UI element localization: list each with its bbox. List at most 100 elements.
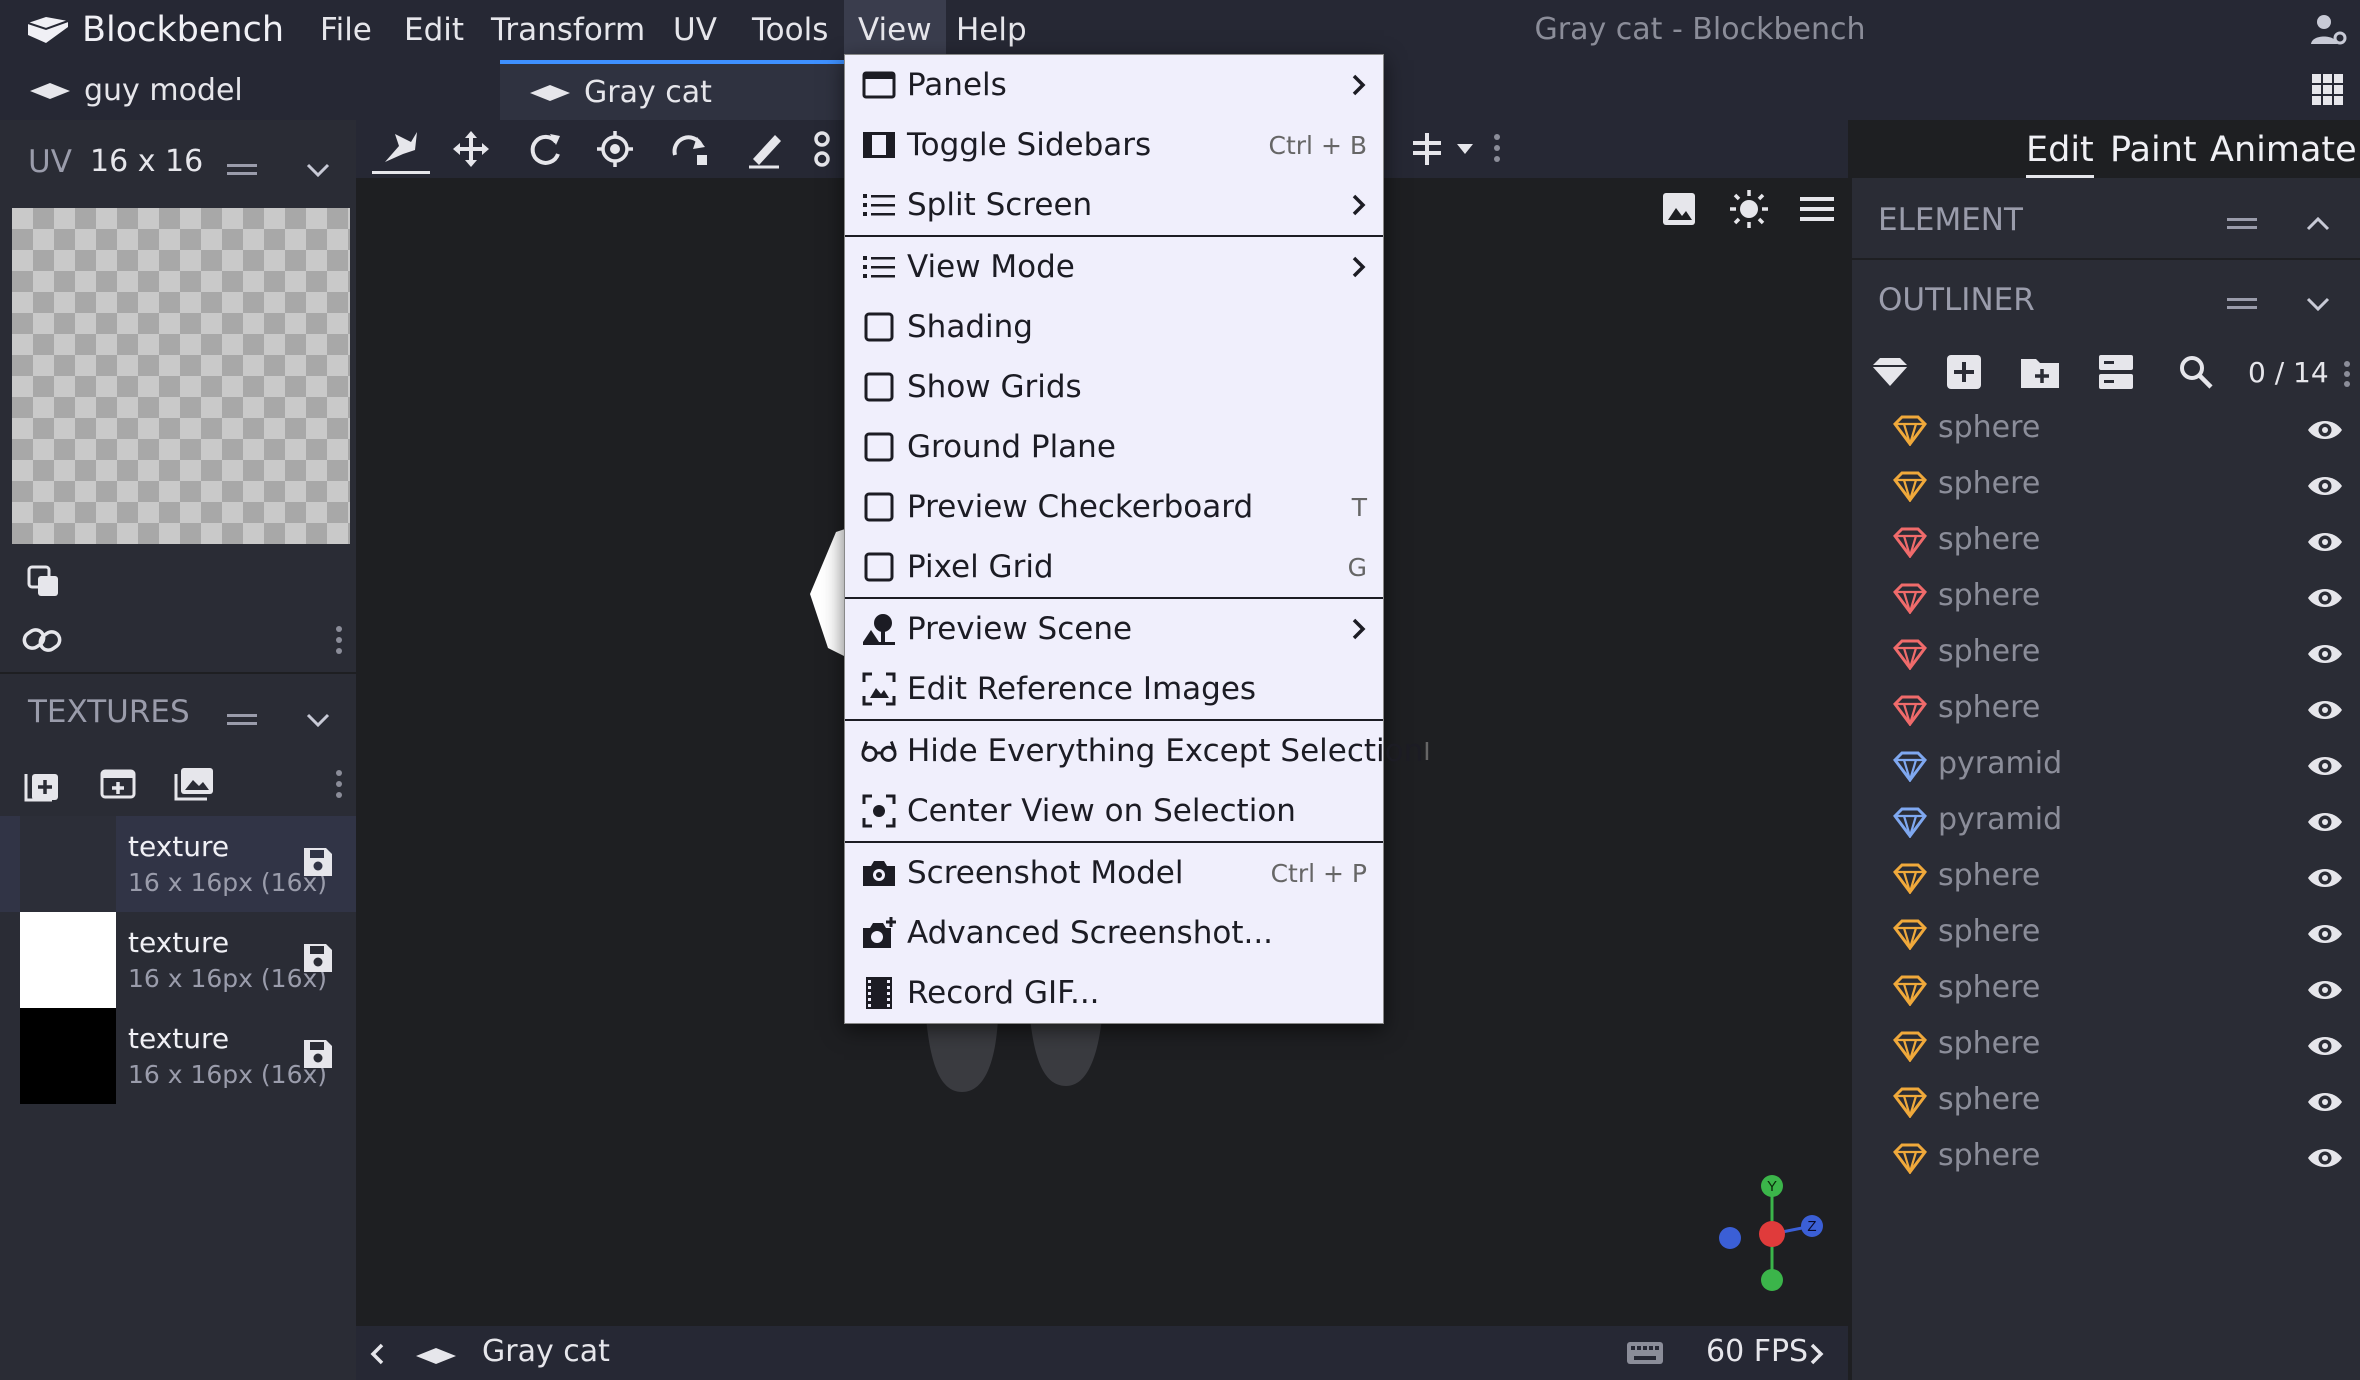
outliner-item[interactable]: sphere — [1852, 850, 2360, 906]
project-tab-active[interactable]: Gray cat — [500, 60, 846, 120]
link-icon[interactable] — [20, 618, 64, 662]
drag-handle-icon[interactable] — [2222, 284, 2262, 324]
outliner-item[interactable]: pyramid — [1852, 738, 2360, 794]
drag-handle-icon[interactable] — [222, 700, 262, 740]
texture-row[interactable]: texture 16 x 16px (16x) — [0, 912, 356, 1008]
outliner-item[interactable]: sphere — [1852, 1018, 2360, 1074]
view-menu-item-split-screen[interactable]: Split Screen — [845, 175, 1383, 235]
mode-tab-edit[interactable]: Edit — [2026, 122, 2094, 178]
save-icon[interactable] — [298, 842, 338, 882]
copy-icon[interactable] — [22, 560, 66, 604]
view-menu-item-screenshot-model[interactable]: Screenshot Model Ctrl + P — [845, 843, 1383, 903]
collapse-groups-icon[interactable] — [2092, 350, 2140, 394]
mode-tab-animate[interactable]: Animate — [2210, 122, 2357, 178]
add-mesh-icon[interactable] — [1866, 350, 1914, 394]
project-tab[interactable]: guy model — [0, 60, 498, 120]
eye-visibility-icon[interactable] — [2306, 976, 2344, 1004]
view-menu-item-pixel-grid[interactable]: Pixel Grid G — [845, 537, 1383, 597]
outliner-item[interactable]: sphere — [1852, 402, 2360, 458]
chevron-down-icon[interactable] — [298, 700, 338, 740]
rotate-tool-icon[interactable] — [522, 126, 568, 172]
caret-down-icon[interactable] — [1452, 126, 1478, 172]
eye-visibility-icon[interactable] — [2306, 416, 2344, 444]
view-menu-item-edit-reference-images[interactable]: Edit Reference Images — [845, 659, 1383, 719]
eye-visibility-icon[interactable] — [2306, 808, 2344, 836]
more-vertical-icon[interactable] — [1490, 128, 1504, 168]
more-vertical-icon[interactable] — [2340, 356, 2354, 392]
vertex-snap-tool-icon[interactable] — [372, 124, 430, 174]
menu-edit[interactable]: Edit — [390, 0, 478, 60]
view-menu-item-panels[interactable]: Panels — [845, 55, 1383, 115]
hamburger-menu-icon[interactable] — [1796, 188, 1838, 230]
outliner-item[interactable]: sphere — [1852, 626, 2360, 682]
view-menu-item-advanced-screenshot[interactable]: Advanced Screenshot... — [845, 903, 1383, 963]
eye-visibility-icon[interactable] — [2306, 1088, 2344, 1116]
search-icon[interactable] — [2174, 350, 2218, 394]
save-icon[interactable] — [298, 938, 338, 978]
outliner-item[interactable]: sphere — [1852, 962, 2360, 1018]
menu-view[interactable]: View — [844, 0, 946, 60]
menu-help[interactable]: Help — [942, 0, 1041, 60]
add-group-folder-icon[interactable] — [2016, 350, 2064, 394]
mirror-modeling-icon[interactable] — [1404, 126, 1450, 172]
pivot-tool-icon[interactable] — [592, 126, 638, 172]
view-menu-item-view-mode[interactable]: View Mode — [845, 237, 1383, 297]
view-menu-item-ground-plane[interactable]: Ground Plane — [845, 417, 1383, 477]
chevron-left-icon[interactable] — [362, 1334, 392, 1374]
create-texture-icon[interactable] — [96, 762, 140, 806]
image-gallery-icon[interactable] — [170, 762, 218, 806]
more-vertical-icon[interactable] — [332, 764, 346, 804]
eye-visibility-icon[interactable] — [2306, 528, 2344, 556]
outliner-item[interactable]: sphere — [1852, 458, 2360, 514]
view-menu-item-toggle-sidebars[interactable]: Toggle Sidebars Ctrl + B — [845, 115, 1383, 175]
eye-visibility-icon[interactable] — [2306, 864, 2344, 892]
texture-row[interactable]: texture 16 x 16px (16x) — [0, 1008, 356, 1104]
menu-transform[interactable]: Transform — [477, 0, 659, 60]
drag-handle-icon[interactable] — [222, 150, 262, 190]
mode-tab-paint[interactable]: Paint — [2110, 122, 2197, 178]
view-menu-item-show-grids[interactable]: Show Grids — [845, 357, 1383, 417]
outliner-item[interactable]: pyramid — [1852, 794, 2360, 850]
eye-visibility-icon[interactable] — [2306, 584, 2344, 612]
move-tool-icon[interactable] — [448, 126, 494, 172]
uv-size-label[interactable]: 16 x 16 — [90, 144, 203, 179]
chevron-up-icon[interactable] — [2298, 204, 2338, 244]
eye-visibility-icon[interactable] — [2306, 1032, 2344, 1060]
menu-tools[interactable]: Tools — [738, 0, 842, 60]
outliner-item[interactable]: sphere — [1852, 1130, 2360, 1186]
outliner-item[interactable]: sphere — [1852, 682, 2360, 738]
paint-brush-icon[interactable] — [742, 126, 788, 172]
eye-visibility-icon[interactable] — [2306, 752, 2344, 780]
menu-uv[interactable]: UV — [659, 0, 731, 60]
eye-visibility-icon[interactable] — [2306, 696, 2344, 724]
outliner-item[interactable]: sphere — [1852, 906, 2360, 962]
lighting-sun-icon[interactable] — [1726, 186, 1772, 232]
menu-file[interactable]: File — [306, 0, 386, 60]
outliner-item[interactable]: sphere — [1852, 514, 2360, 570]
outliner-item[interactable]: sphere — [1852, 1074, 2360, 1130]
selection-tool-icon[interactable] — [804, 126, 844, 172]
save-icon[interactable] — [298, 1034, 338, 1074]
chevron-down-icon[interactable] — [2298, 284, 2338, 324]
eye-visibility-icon[interactable] — [2306, 640, 2344, 668]
texture-row[interactable]: texture 16 x 16px (16x) — [0, 816, 356, 912]
uv-editor-canvas[interactable] — [12, 208, 350, 544]
background-image-icon[interactable] — [1658, 188, 1700, 230]
view-menu-item-record-gif[interactable]: Record GIF... — [845, 963, 1383, 1023]
account-settings-icon[interactable] — [2306, 8, 2350, 52]
chevron-down-icon[interactable] — [298, 150, 338, 190]
transform-tool-icon[interactable] — [666, 126, 714, 172]
view-menu-item-shading[interactable]: Shading — [845, 297, 1383, 357]
drag-handle-icon[interactable] — [2222, 204, 2262, 244]
outliner-item[interactable]: sphere — [1852, 570, 2360, 626]
add-texture-icon[interactable] — [20, 762, 64, 806]
eye-visibility-icon[interactable] — [2306, 920, 2344, 948]
chevron-right-icon[interactable] — [1802, 1334, 1832, 1374]
view-menu-item-preview-checkerboard[interactable]: Preview Checkerboard T — [845, 477, 1383, 537]
view-menu-item-preview-scene[interactable]: Preview Scene — [845, 599, 1383, 659]
grid-apps-icon[interactable] — [2306, 68, 2350, 112]
view-menu-item-center-view-on-selection[interactable]: Center View on Selection — [845, 781, 1383, 841]
eye-visibility-icon[interactable] — [2306, 472, 2344, 500]
axis-gizmo[interactable]: Y Z — [1690, 1168, 1840, 1298]
add-cube-icon[interactable] — [1942, 350, 1986, 394]
